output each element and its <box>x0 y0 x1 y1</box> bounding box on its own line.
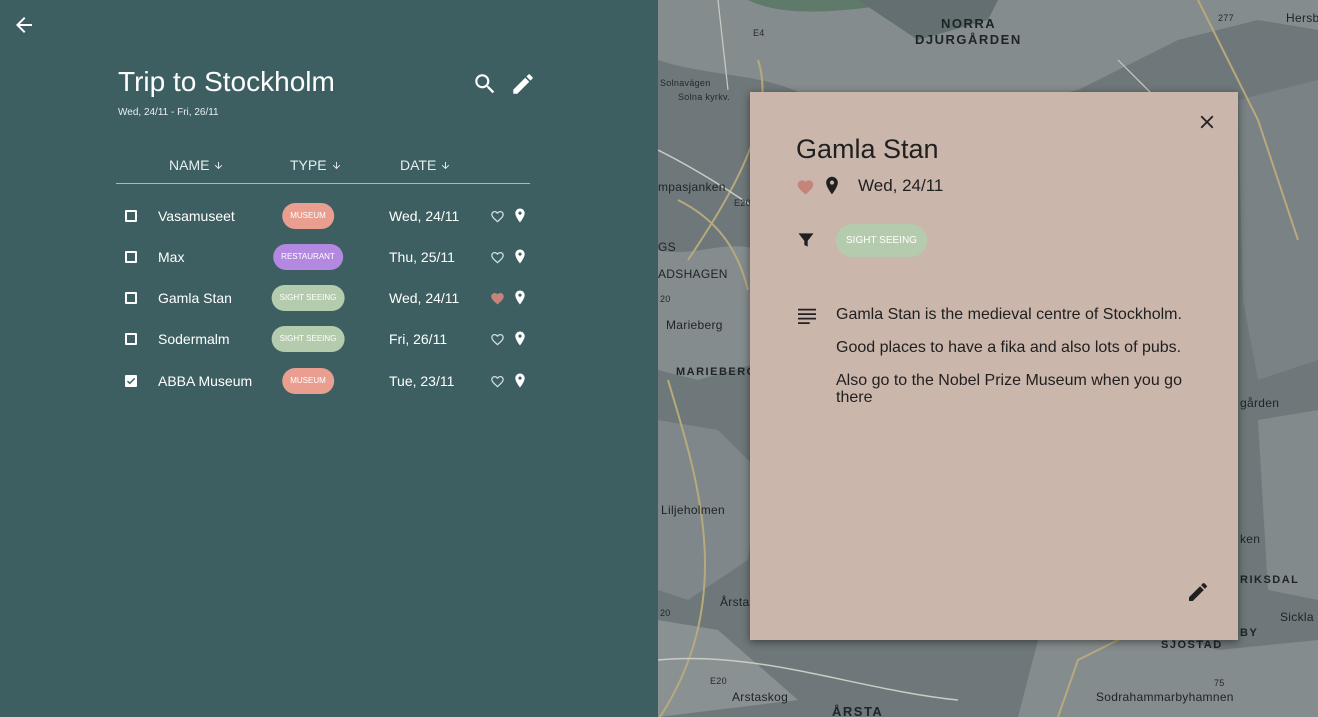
place-date: Wed, 24/11 <box>389 207 460 224</box>
visited-checkbox[interactable] <box>125 209 137 222</box>
map-label: E20 <box>734 198 751 208</box>
place-name[interactable]: Sodermalm <box>158 331 230 347</box>
column-header-type: TYPE <box>290 157 327 173</box>
visited-checkbox[interactable] <box>125 250 137 263</box>
map-label: 20 <box>660 608 671 618</box>
sort-by-type-button[interactable]: TYPE <box>290 157 342 173</box>
visited-checkbox[interactable] <box>125 374 137 387</box>
filter-icon <box>798 233 814 247</box>
page-title: Trip to Stockholm <box>118 66 335 97</box>
edit-place-button[interactable] <box>1186 580 1210 604</box>
type-badge[interactable]: SIGHT SEEING <box>271 325 345 352</box>
arrow-left-icon[interactable] <box>12 13 36 37</box>
map-label: Arstaskog <box>732 690 789 704</box>
heart-icon[interactable] <box>490 332 505 346</box>
note-paragraph: Gamla Stan is the medieval centre of Sto… <box>836 306 1182 323</box>
header-divider <box>116 183 530 184</box>
place-date: Thu, 25/11 <box>389 248 455 265</box>
map-label: NORRA <box>941 16 997 31</box>
map-label: 75 <box>1214 678 1225 688</box>
map-label: 20 <box>660 294 671 304</box>
map-label: Marieberg <box>666 318 723 332</box>
map-pin-icon[interactable] <box>514 207 526 223</box>
heart-icon[interactable] <box>796 178 815 195</box>
heart-icon[interactable] <box>490 291 505 305</box>
detail-title: Gamla Stan <box>796 134 939 164</box>
map-pin-icon[interactable] <box>514 289 526 305</box>
edit-trip-button[interactable] <box>510 71 536 97</box>
place-name[interactable]: Max <box>158 249 184 265</box>
search-icon[interactable] <box>472 71 498 97</box>
map-label: ÅRSTA <box>832 704 884 717</box>
heart-icon[interactable] <box>490 209 505 223</box>
table-row[interactable]: Gamla Stan SIGHT SEEING Wed, 24/11 <box>116 277 530 318</box>
map-label: RIKSDAL <box>1240 574 1300 586</box>
heart-icon[interactable] <box>490 374 505 388</box>
detail-date: Wed, 24/11 <box>858 176 944 195</box>
map-label: Sickla <box>1280 610 1314 624</box>
map-pin-icon[interactable] <box>514 372 526 388</box>
check-icon <box>126 377 136 384</box>
map-label: Årsta <box>720 595 750 609</box>
map-label: E4 <box>753 28 765 38</box>
map-label: MARIEBERG <box>676 366 757 378</box>
note-paragraph: Good places to have a fika and also lots… <box>836 339 1182 356</box>
place-detail-card: Gamla Stan Wed, 24/11 SIGHT SEEING Gamla… <box>750 92 1238 640</box>
type-badge[interactable]: MUSEUM <box>282 202 334 229</box>
table-row[interactable]: Vasamuseet MUSEUM Wed, 24/11 <box>116 195 530 236</box>
place-name[interactable]: Gamla Stan <box>158 290 232 306</box>
place-date: Tue, 23/11 <box>389 372 455 389</box>
map-label: gården <box>1240 396 1280 410</box>
map-label: ken <box>1240 532 1261 546</box>
detail-type-badge: SIGHT SEEING <box>836 224 927 257</box>
map-label: SJÖSTAD <box>1161 639 1223 651</box>
place-name[interactable]: ABBA Museum <box>158 373 252 389</box>
map-label: 277 <box>1218 13 1234 23</box>
trip-panel: Trip to Stockholm Wed, 24/11 - Fri, 26/1… <box>0 0 658 717</box>
visited-checkbox[interactable] <box>125 291 137 304</box>
notes-icon <box>798 308 816 324</box>
place-date: Wed, 24/11 <box>389 289 460 306</box>
type-badge[interactable]: MUSEUM <box>282 367 334 394</box>
heart-icon[interactable] <box>490 250 505 264</box>
table-row[interactable]: ABBA Museum MUSEUM Tue, 23/11 <box>116 360 530 401</box>
map-label: Solnavägen <box>660 78 711 88</box>
arrow-down-icon <box>442 161 450 169</box>
column-header-date: DATE <box>400 157 437 173</box>
map-label: Sodrahammarbyhamnen <box>1096 690 1234 704</box>
map-pin-icon[interactable] <box>514 330 526 346</box>
sort-by-name-button[interactable]: NAME <box>169 157 224 173</box>
note-paragraph: Also go to the Nobel Prize Museum when y… <box>836 372 1182 406</box>
detail-notes: Gamla Stan is the medieval centre of Sto… <box>836 306 1196 422</box>
map-pin-icon[interactable] <box>825 176 839 195</box>
map-label: ADSHAGEN <box>658 267 728 281</box>
arrow-down-icon <box>215 161 223 169</box>
map-label: E20 <box>710 676 727 686</box>
place-name[interactable]: Vasamuseet <box>158 208 235 224</box>
map-pin-icon[interactable] <box>514 248 526 264</box>
map-label: BY <box>1240 627 1259 639</box>
sort-by-date-button[interactable]: DATE <box>400 157 451 173</box>
map-label: GS <box>658 240 676 254</box>
column-header-name: NAME <box>169 157 210 173</box>
map-label: Solna kyrkv. <box>678 92 730 102</box>
place-date: Fri, 26/11 <box>389 330 448 347</box>
close-icon[interactable] <box>1196 111 1218 133</box>
type-badge[interactable]: RESTAURANT <box>273 243 343 270</box>
visited-checkbox[interactable] <box>125 332 137 345</box>
arrow-down-icon <box>332 161 340 169</box>
map-label: DJURGÅRDEN <box>915 32 1022 47</box>
table-row[interactable]: Sodermalm SIGHT SEEING Fri, 26/11 <box>116 318 530 359</box>
table-row[interactable]: Max RESTAURANT Thu, 25/11 <box>116 236 530 277</box>
type-badge[interactable]: SIGHT SEEING <box>271 284 345 311</box>
map-label: Hersby <box>1286 11 1318 25</box>
map-label: Liljeholmen <box>661 503 726 517</box>
map-label: mpasjanken <box>658 180 726 194</box>
trip-dates: Wed, 24/11 - Fri, 26/11 <box>118 107 219 118</box>
